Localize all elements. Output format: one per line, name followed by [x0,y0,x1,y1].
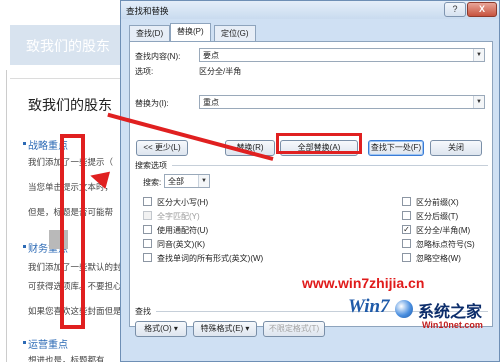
replace-input[interactable]: 重点 ▼ [199,95,485,109]
section-heading[interactable]: 运营重点 [28,336,68,351]
wildcards-checkbox[interactable] [143,225,152,234]
match-suffix-label[interactable]: 区分后缀(T) [416,211,458,222]
search-direction-select[interactable]: 全部 ▼ [164,174,210,188]
ignore-punctuation-label[interactable]: 忽略标点符号(S) [416,239,475,250]
whole-word-checkbox[interactable] [143,211,152,220]
close-icon[interactable]: X [467,2,497,17]
bullet-icon [23,142,26,145]
annotation-highlight-box [60,134,85,329]
match-suffix-checkbox[interactable] [402,211,411,220]
match-case-label[interactable]: 区分大小写(H) [157,197,208,208]
document-title[interactable]: 致我们的股东 [28,95,112,115]
options-value: 区分全/半角 [199,67,242,76]
chevron-down-icon[interactable]: ▼ [198,175,209,187]
vertical-ruler [6,70,10,362]
match-width-checkbox[interactable]: ✓ [402,225,411,234]
whole-word-label[interactable]: 全字匹配(Y) [157,211,200,222]
watermark-url: www.win7zhijia.cn [302,275,425,291]
chevron-down-icon[interactable]: ▼ [473,96,484,108]
search-direction-value: 全部 [168,177,184,186]
tab-find[interactable]: 查找(D) [129,25,171,41]
annotation-button-highlight [276,133,362,154]
tab-goto[interactable]: 定位(G) [214,25,256,41]
match-case-checkbox[interactable] [143,197,152,206]
all-word-forms-label[interactable]: 查找单词的所有形式(英文)(W) [157,253,263,264]
wildcards-label[interactable]: 使用通配符(U) [157,225,208,236]
document-rule [10,78,120,79]
watermark-logo: Win7 [348,296,390,317]
dialog-title-bar[interactable]: 查找和替换 ? X [121,1,499,19]
windows-logo-icon [395,300,413,318]
ignore-whitespace-checkbox[interactable] [402,253,411,262]
format-button[interactable]: 格式(O) ▾ [135,321,187,337]
less-button[interactable]: << 更少(L) [136,140,188,156]
replace-label: 替换为(I): [135,99,169,108]
all-word-forms-checkbox[interactable] [143,253,152,262]
find-next-button[interactable]: 查找下一处(F) [368,140,424,156]
watermark-domain: Win10net.com [422,320,483,330]
help-button[interactable]: ? [444,2,466,17]
special-button[interactable]: 特殊格式(E) ▾ [193,321,257,337]
divider [172,165,488,166]
bullet-icon [23,245,26,248]
ignore-punctuation-checkbox[interactable] [402,239,411,248]
sounds-like-label[interactable]: 同音(英文)(K) [157,239,205,250]
sounds-like-checkbox[interactable] [143,239,152,248]
chevron-down-icon[interactable]: ▼ [473,49,484,61]
close-button[interactable]: 关闭 [430,140,482,156]
find-label: 查找内容(N): [135,52,181,61]
watermark-brand: 系统之家 [418,302,483,321]
no-formatting-button[interactable]: 不限定格式(T) [263,321,325,337]
ignore-whitespace-label[interactable]: 忽略空格(W) [416,253,461,264]
options-label: 选项: [135,67,154,76]
find-input[interactable]: 要点 ▼ [199,48,485,62]
match-prefix-label[interactable]: 区分前缀(X) [416,197,459,208]
replace-section-label: 查找 [135,307,151,316]
tab-replace[interactable]: 替换(P) [170,23,211,42]
bullet-icon [23,341,26,344]
paragraph-text[interactable]: 想进也是，标题都有 [28,354,105,362]
search-label: 搜索: [143,178,162,187]
dialog-title: 查找和替换 [126,6,169,16]
match-width-label[interactable]: 区分全/半角(M) [416,225,470,236]
find-input-value: 要点 [203,51,219,60]
match-prefix-checkbox[interactable] [402,197,411,206]
search-options-label: 搜索选项 [135,161,167,170]
replace-input-value: 重点 [203,98,219,107]
document-banner-text: 致我们的股东 [26,39,110,55]
